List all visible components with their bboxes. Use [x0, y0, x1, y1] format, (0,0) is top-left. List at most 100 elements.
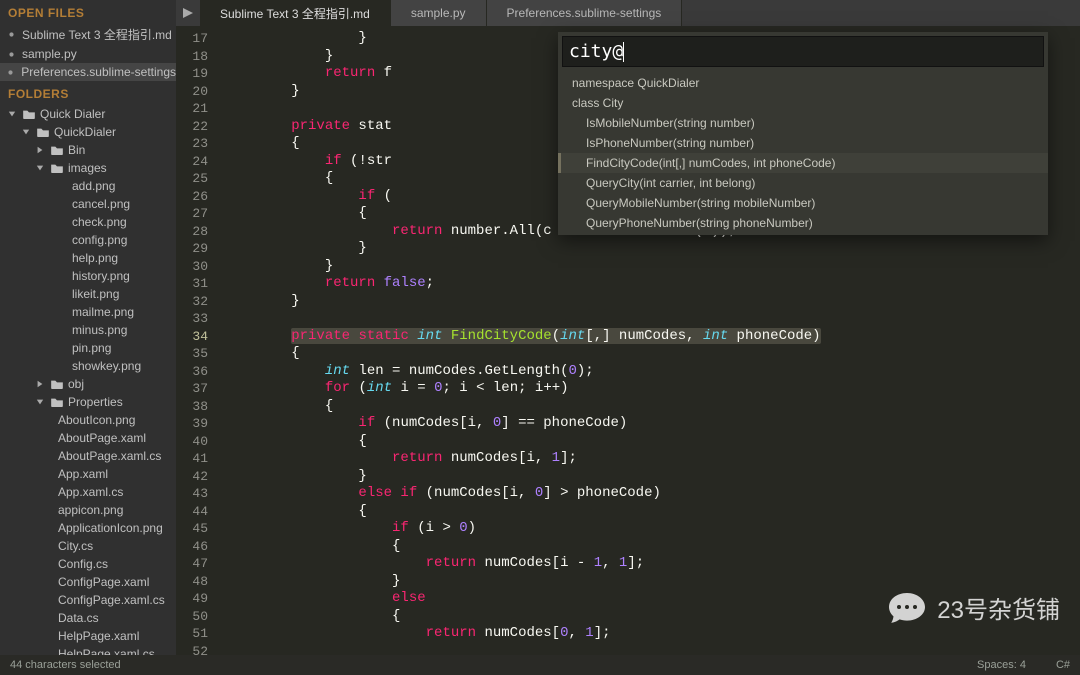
sidebar: OPEN FILES Sublime Text 3 全程指引.md sample.… — [0, 0, 176, 655]
file-tree-item[interactable]: appicon.png — [0, 501, 176, 519]
folder-tree-item[interactable]: Properties — [0, 393, 176, 411]
line-number: 41 — [176, 450, 208, 468]
file-tree-item[interactable]: Data.cs — [0, 609, 176, 627]
line-number: 50 — [176, 608, 208, 626]
goto-popup-item[interactable]: IsPhoneNumber(string number) — [558, 133, 1048, 153]
file-tree-item[interactable]: App.xaml.cs — [0, 483, 176, 501]
folder-tree-item[interactable]: Quick Dialer — [0, 105, 176, 123]
goto-popup-item[interactable]: class City — [558, 93, 1048, 113]
play-icon[interactable] — [176, 8, 200, 18]
file-tab[interactable]: sample.py — [391, 0, 487, 26]
goto-popup-item[interactable]: IsMobileNumber(string number) — [558, 113, 1048, 133]
line-number: 35 — [176, 345, 208, 363]
line-number: 17 — [176, 30, 208, 48]
folder-icon — [50, 397, 64, 407]
line-number: 39 — [176, 415, 208, 433]
line-number: 44 — [176, 503, 208, 521]
status-spaces[interactable]: Spaces: 4 — [977, 659, 1026, 671]
goto-input[interactable]: city@ — [562, 36, 1044, 67]
status-bar: 44 characters selected Spaces: 4 C# — [0, 655, 1080, 675]
open-file-item[interactable]: sample.py — [0, 45, 176, 63]
line-number: 26 — [176, 188, 208, 206]
file-tree-item[interactable]: Config.cs — [0, 555, 176, 573]
line-number: 32 — [176, 293, 208, 311]
file-tree-item[interactable]: check.png — [0, 213, 176, 231]
folder-tree-item[interactable]: Bin — [0, 141, 176, 159]
line-number: 22 — [176, 118, 208, 136]
line-number: 38 — [176, 398, 208, 416]
file-tree-item[interactable]: AboutPage.xaml.cs — [0, 447, 176, 465]
goto-popup-item[interactable]: QueryMobileNumber(string mobileNumber) — [558, 193, 1048, 213]
open-file-label: sample.py — [22, 47, 77, 61]
line-number: 40 — [176, 433, 208, 451]
line-number: 49 — [176, 590, 208, 608]
file-tree-item[interactable]: history.png — [0, 267, 176, 285]
file-tree-item[interactable]: minus.png — [0, 321, 176, 339]
chevron-down-icon — [6, 110, 18, 118]
folder-tree-item[interactable]: QuickDialer — [0, 123, 176, 141]
file-tree-item[interactable]: ApplicationIcon.png — [0, 519, 176, 537]
goto-input-text: city@ — [569, 41, 623, 62]
file-tree-item[interactable]: ConfigPage.xaml — [0, 573, 176, 591]
goto-popup-item[interactable]: namespace QuickDialer — [558, 73, 1048, 93]
file-tree-item[interactable]: likeit.png — [0, 285, 176, 303]
folder-tree-item[interactable]: images — [0, 159, 176, 177]
line-number: 28 — [176, 223, 208, 241]
file-tree-item[interactable]: help.png — [0, 249, 176, 267]
goto-popup-item[interactable]: FindCityCode(int[,] numCodes, int phoneC… — [558, 153, 1048, 173]
file-tree-item[interactable]: HelpPage.xaml — [0, 627, 176, 645]
folder-icon — [36, 127, 50, 137]
line-number: 29 — [176, 240, 208, 258]
folders-heading: FOLDERS — [0, 81, 176, 105]
chevron-down-icon — [34, 164, 46, 172]
line-number: 52 — [176, 643, 208, 656]
line-number: 42 — [176, 468, 208, 486]
watermark: 23号杂货铺 — [887, 590, 1060, 625]
line-number: 37 — [176, 380, 208, 398]
file-tab[interactable]: Preferences.sublime-settings — [487, 0, 683, 26]
line-number: 43 — [176, 485, 208, 503]
folder-tree-item[interactable]: obj — [0, 375, 176, 393]
line-number: 36 — [176, 363, 208, 381]
file-tree-item[interactable]: HelpPage.xaml.cs — [0, 645, 176, 655]
file-tree-item[interactable]: App.xaml — [0, 465, 176, 483]
gutter: 1718192021222324252627282930313233343536… — [176, 26, 224, 655]
file-tree-item[interactable]: AboutPage.xaml — [0, 429, 176, 447]
open-file-item[interactable]: Sublime Text 3 全程指引.md — [0, 24, 176, 45]
file-tab[interactable]: Sublime Text 3 全程指引.md — [200, 0, 391, 26]
file-tree-item[interactable]: mailme.png — [0, 303, 176, 321]
line-number: 51 — [176, 625, 208, 643]
folder-icon — [50, 379, 64, 389]
file-tree-item[interactable]: add.png — [0, 177, 176, 195]
folder-icon — [22, 109, 36, 119]
folder-icon — [50, 163, 64, 173]
file-tree-item[interactable]: AboutIcon.png — [0, 411, 176, 429]
chevron-right-icon — [34, 146, 46, 154]
file-tree-item[interactable]: config.png — [0, 231, 176, 249]
goto-popup-item[interactable]: QueryCity(int carrier, int belong) — [558, 173, 1048, 193]
line-number: 21 — [176, 100, 208, 118]
line-number: 25 — [176, 170, 208, 188]
open-file-item[interactable]: Preferences.sublime-settings — [0, 63, 176, 81]
line-number: 46 — [176, 538, 208, 556]
open-files-heading: OPEN FILES — [0, 0, 176, 24]
goto-popup: city@ namespace QuickDialerclass CityIsM… — [558, 32, 1048, 235]
chevron-right-icon — [34, 380, 46, 388]
line-number: 19 — [176, 65, 208, 83]
line-number: 18 — [176, 48, 208, 66]
file-dirty-icon — [4, 31, 18, 38]
editor-area: Sublime Text 3 全程指引.mdsample.pyPreferenc… — [176, 0, 1080, 655]
file-tree-item[interactable]: City.cs — [0, 537, 176, 555]
file-tree-item[interactable]: cancel.png — [0, 195, 176, 213]
file-tree-item[interactable]: pin.png — [0, 339, 176, 357]
file-tree-item[interactable]: ConfigPage.xaml.cs — [0, 591, 176, 609]
line-number: 45 — [176, 520, 208, 538]
status-lang[interactable]: C# — [1056, 659, 1070, 671]
line-number: 48 — [176, 573, 208, 591]
tab-row: Sublime Text 3 全程指引.mdsample.pyPreferenc… — [176, 0, 1080, 26]
goto-popup-item[interactable]: QueryPhoneNumber(string phoneNumber) — [558, 213, 1048, 233]
line-number: 34 — [176, 328, 208, 346]
open-file-label: Preferences.sublime-settings — [21, 65, 176, 79]
file-tree-item[interactable]: showkey.png — [0, 357, 176, 375]
file-dirty-icon — [4, 69, 17, 76]
